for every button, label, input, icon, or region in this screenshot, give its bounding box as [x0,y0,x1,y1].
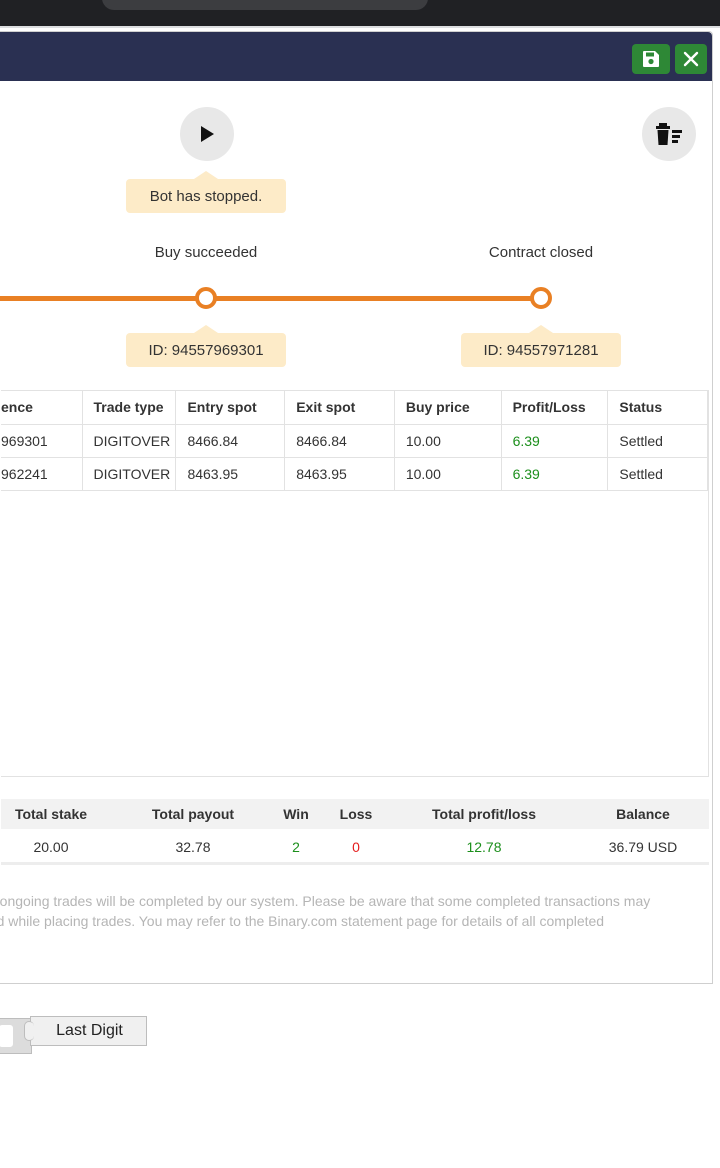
table-header-row: ence Trade type Entry spot Exit spot Buy… [1,391,708,425]
buy-contract-id-text: ID: 94557969301 [148,341,264,359]
summary-dialog: Bot has stopped. Buy succeeded Contract … [0,31,713,984]
cell-exit-spot: 8463.95 [284,457,395,491]
cell-status: Settled [607,424,708,458]
top-separator [0,26,720,28]
summary-total-payout: 32.78 [175,839,211,855]
summary-header-loss: Loss [339,806,373,822]
col-entry-spot[interactable]: Entry spot [175,391,286,425]
step-node-closed [530,287,552,309]
browser-top-bar [0,0,720,26]
cell-buy-price: 10.00 [394,424,502,458]
summary-balance: 36.79 USD [608,839,678,855]
trash-list-icon [656,123,682,145]
progress-track [0,296,541,301]
disclaimer-line-2: ped while placing trades. You may refer … [0,913,605,929]
bot-status-tooltip: Bot has stopped. [126,171,286,213]
clear-log-button[interactable] [642,107,696,161]
address-bar[interactable] [102,0,428,10]
close-icon [683,51,699,67]
summary-header-row: Total stake Total payout Win Loss Total … [1,799,709,829]
disclaimer-line-1: ny ongoing trades will be completed by o… [0,893,651,909]
col-profit-loss[interactable]: Profit/Loss [501,391,609,425]
summary-header-win: Win [283,806,309,822]
summary-total-pl: 12.78 [466,839,502,855]
disclaimer-text: ny ongoing trades will be completed by o… [0,891,711,931]
play-icon [201,126,214,142]
closed-contract-id-text: ID: 94557971281 [483,341,599,359]
cell-exit-spot: 8466.84 [284,424,395,458]
col-status[interactable]: Status [607,391,708,425]
col-exit-spot[interactable]: Exit spot [284,391,395,425]
close-button[interactable] [675,44,707,74]
summary-header-balance: Balance [616,806,670,822]
cell-profit-loss: 6.39 [501,424,609,458]
run-button[interactable] [180,107,234,161]
step-node-buy [195,287,217,309]
summary-total-stake: 20.00 [33,839,69,855]
last-digit-block[interactable]: Last Digit [24,1016,147,1046]
col-trade-type[interactable]: Trade type [82,391,177,425]
cell-profit-loss: 6.39 [501,457,609,491]
transactions-table: ence Trade type Entry spot Exit spot Buy… [1,390,709,777]
table-row[interactable]: 969301 DIGITOVER 8466.84 8466.84 10.00 6… [1,424,708,458]
summary-win-count: 2 [292,839,300,855]
cell-entry-spot: 8466.84 [175,424,286,458]
summary-values-row: 20.00 32.78 2 0 12.78 36.79 USD [1,829,709,865]
cell-trade-type: DIGITOVER [82,457,177,491]
cell-reference: 969301 [1,424,83,458]
cell-entry-spot: 8463.95 [175,457,286,491]
summary-header-total-stake: Total stake [14,806,88,822]
buy-contract-id: ID: 94557969301 [126,325,286,367]
summary-loss-count: 0 [352,839,360,855]
cell-status: Settled [607,457,708,491]
summary-header-total-payout: Total payout [151,806,235,822]
cell-buy-price: 10.00 [394,457,502,491]
last-digit-label: Last Digit [56,1022,123,1039]
bot-status-text: Bot has stopped. [149,187,263,205]
col-buy-price[interactable]: Buy price [394,391,502,425]
col-reference[interactable]: ence [1,391,83,425]
block-input-slot [0,1025,13,1047]
summary-header-total-pl: Total profit/loss [432,806,536,822]
cell-trade-type: DIGITOVER [82,424,177,458]
save-button[interactable] [632,44,670,74]
floppy-disk-icon [643,51,659,67]
step-contract-closed: Contract closed [488,244,594,261]
step-buy-succeeded: Buy succeeded [154,244,258,261]
dialog-header [0,32,712,81]
table-row[interactable]: 962241 DIGITOVER 8463.95 8463.95 10.00 6… [1,457,708,491]
cell-reference: 962241 [1,457,83,491]
closed-contract-id: ID: 94557971281 [461,325,621,367]
summary-table: Total stake Total payout Win Loss Total … [1,799,709,867]
block-connector [24,1021,34,1041]
